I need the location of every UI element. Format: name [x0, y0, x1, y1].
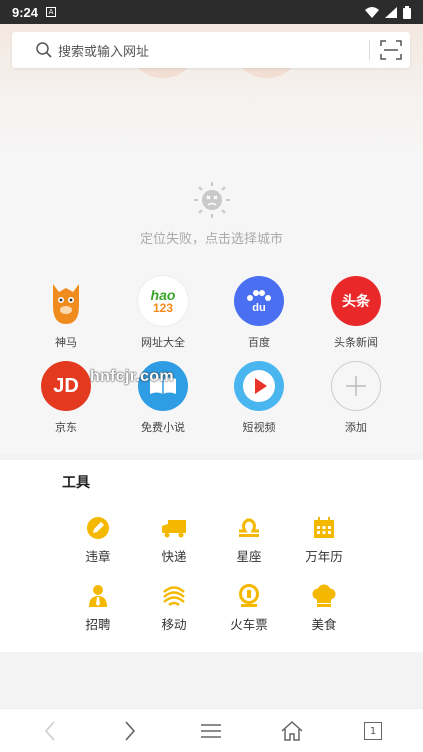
sad-sun-icon	[193, 182, 230, 218]
search-divider	[369, 40, 370, 60]
search-bar[interactable]: 搜索或输入网址	[12, 32, 410, 68]
libra-icon	[239, 518, 259, 537]
shortcut-shenma[interactable]: 神马	[21, 276, 111, 350]
shortcut-toutiao[interactable]: 头条 头条新闻	[311, 276, 401, 350]
tool-label: 美食	[311, 617, 337, 632]
scan-icon[interactable]	[380, 40, 402, 60]
tool-calendar[interactable]: 万年历	[286, 516, 362, 565]
shortcut-video[interactable]: 短视频	[214, 361, 304, 435]
tool-label: 违章	[85, 549, 111, 564]
shortcut-hao123[interactable]: hao 123 网址大全	[118, 276, 208, 350]
tool-express[interactable]: 快递	[136, 516, 212, 565]
train-icon	[239, 584, 259, 607]
forward-button[interactable]	[118, 719, 142, 743]
shortcut-add[interactable]: 添加	[311, 361, 401, 435]
pen-icon	[87, 517, 109, 539]
home-icon	[281, 721, 303, 741]
tabs-count: 1	[364, 722, 382, 740]
tool-mobile[interactable]: 移动	[136, 584, 212, 633]
watermark-text: hnfcjr.com	[90, 368, 174, 385]
weather-widget[interactable]: 定位失败，点击选择城市	[0, 180, 423, 247]
chef-hat-icon	[312, 584, 336, 607]
shortcut-label: 头条新闻	[334, 336, 378, 349]
play-icon	[234, 361, 284, 411]
tool-label: 万年历	[305, 549, 343, 564]
toutiao-icon: 头条	[331, 276, 381, 326]
signal-icon	[385, 6, 397, 18]
tool-label: 移动	[161, 617, 187, 632]
home-button[interactable]	[280, 719, 304, 743]
tool-label: 星座	[236, 549, 262, 564]
baidu-logo-text: du	[252, 301, 266, 314]
chevron-right-icon	[125, 721, 136, 741]
back-button[interactable]	[38, 719, 62, 743]
battery-icon	[403, 5, 411, 19]
shortcut-label: 网址大全	[141, 336, 185, 349]
tool-jobs[interactable]: 招聘	[60, 584, 136, 633]
tool-horoscope[interactable]: 星座	[211, 516, 287, 565]
person-icon	[89, 585, 107, 607]
jd-icon: JD	[41, 361, 91, 411]
tools-panel: 工具 违章 快递 星座 万年历 招聘 移动 火车票 美食	[0, 460, 423, 652]
tools-title: 工具	[62, 475, 90, 491]
bottom-nav: 1	[0, 708, 423, 752]
plus-icon	[331, 361, 381, 411]
truck-icon	[162, 520, 186, 538]
jd-logo-text: JD	[53, 374, 79, 397]
tool-label: 火车票	[230, 617, 268, 632]
notification-icon: A	[46, 7, 57, 17]
hao123-logo-bottom: 123	[152, 301, 174, 315]
status-time: 9:24	[12, 4, 39, 20]
wifi-icon	[365, 6, 379, 18]
tool-label: 快递	[161, 549, 187, 564]
china-mobile-icon	[163, 586, 185, 607]
baidu-paw-icon: du	[234, 276, 284, 326]
hao123-icon: hao 123	[138, 276, 188, 326]
menu-icon	[201, 724, 221, 738]
chevron-left-icon	[44, 721, 55, 741]
menu-button[interactable]	[199, 719, 223, 743]
shortcut-baidu[interactable]: du 百度	[214, 276, 304, 350]
search-input[interactable]: 搜索或输入网址	[58, 41, 149, 60]
tabs-button[interactable]: 1	[361, 719, 385, 743]
tool-label: 招聘	[85, 617, 111, 632]
alpaca-icon	[41, 276, 91, 326]
tool-train-ticket[interactable]: 火车票	[211, 584, 287, 633]
search-icon	[36, 42, 52, 58]
tool-food[interactable]: 美食	[286, 584, 362, 633]
shortcut-label: 添加	[345, 421, 367, 434]
shortcut-label: 京东	[55, 421, 77, 434]
tool-violation[interactable]: 违章	[60, 516, 136, 565]
shortcut-label: 百度	[248, 336, 270, 349]
calendar-icon	[314, 517, 334, 538]
hao123-logo-top: hao	[150, 287, 176, 303]
shortcut-label: 神马	[55, 336, 77, 349]
status-bar: 9:24 A	[0, 0, 423, 24]
toutiao-logo-text: 头条	[342, 293, 370, 309]
weather-message[interactable]: 定位失败，点击选择城市	[0, 228, 423, 247]
shortcut-label: 短视频	[242, 421, 276, 434]
shortcut-label: 免费小说	[141, 421, 185, 434]
